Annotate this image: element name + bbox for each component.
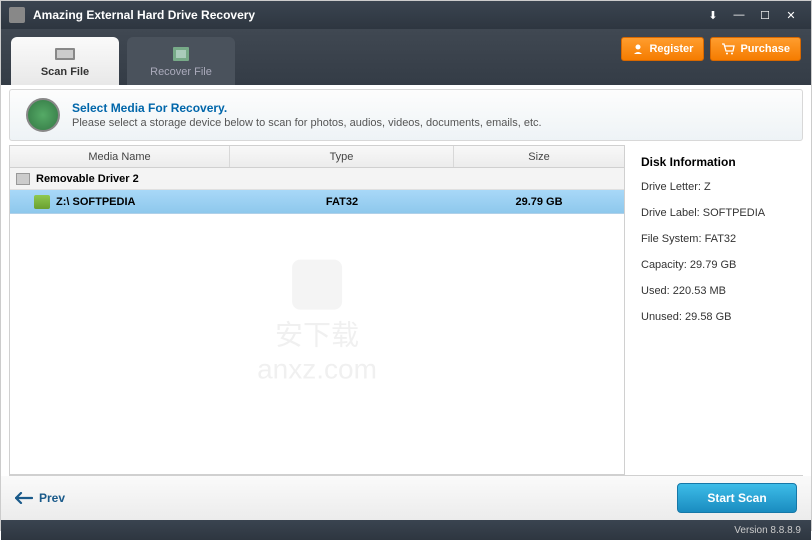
info-used: Used: 220.53 MB: [641, 285, 795, 297]
tab-scan-file[interactable]: Scan File: [11, 37, 119, 85]
drive-group-row[interactable]: Removable Driver 2: [10, 168, 624, 190]
watermark: 安下载 anxz.com: [257, 260, 377, 386]
info-drive-label: Drive Label: SOFTPEDIA: [641, 207, 795, 219]
cart-icon: [721, 43, 735, 55]
download-window-button[interactable]: ⬇: [701, 6, 725, 24]
tab-recover-file[interactable]: Recover File: [127, 37, 235, 85]
media-list-panel: Media Name Type Size Removable Driver 2 …: [9, 145, 625, 475]
volume-row[interactable]: Z:\ SOFTPEDIA FAT32 29.79 GB: [10, 190, 624, 214]
arrow-left-icon: [15, 492, 33, 504]
close-window-button[interactable]: ✕: [779, 6, 803, 24]
register-label: Register: [649, 43, 693, 55]
volume-size: 29.79 GB: [454, 196, 624, 208]
title-bar: Amazing External Hard Drive Recovery ⬇ —…: [1, 1, 811, 29]
banner-subtitle: Please select a storage device below to …: [72, 117, 542, 129]
start-scan-button[interactable]: Start Scan: [677, 483, 797, 513]
prev-label: Prev: [39, 491, 65, 505]
volume-type: FAT32: [230, 196, 454, 208]
tab-scan-label: Scan File: [41, 66, 89, 78]
recover-icon: [169, 45, 193, 63]
disk-info-panel: Disk Information Drive Letter: Z Drive L…: [633, 145, 803, 475]
column-type[interactable]: Type: [230, 146, 454, 167]
volume-icon: [34, 195, 50, 209]
column-size[interactable]: Size: [454, 146, 624, 167]
info-banner: Select Media For Recovery. Please select…: [9, 89, 803, 141]
window-title: Amazing External Hard Drive Recovery: [33, 8, 699, 22]
volume-name: Z:\ SOFTPEDIA: [56, 196, 135, 208]
purchase-button[interactable]: Purchase: [710, 37, 801, 61]
info-unused: Unused: 29.58 GB: [641, 311, 795, 323]
toolbar: Scan File Recover File Register Purchase: [1, 29, 811, 85]
status-bar: Version 8.8.8.9: [1, 520, 811, 540]
footer-bar: Prev Start Scan: [1, 476, 811, 520]
minimize-window-button[interactable]: —: [727, 6, 751, 24]
tab-recover-label: Recover File: [150, 66, 212, 78]
purchase-label: Purchase: [740, 43, 790, 55]
info-capacity: Capacity: 29.79 GB: [641, 259, 795, 271]
drive-group-icon: [16, 173, 30, 185]
column-headers: Media Name Type Size: [10, 146, 624, 168]
register-icon: [632, 43, 644, 55]
info-file-system: File System: FAT32: [641, 233, 795, 245]
banner-title: Select Media For Recovery.: [72, 101, 542, 115]
app-icon: [9, 7, 25, 23]
drive-group-label: Removable Driver 2: [36, 173, 139, 185]
maximize-window-button[interactable]: ☐: [753, 6, 777, 24]
prev-button[interactable]: Prev: [15, 491, 65, 505]
version-label: Version 8.8.8.9: [734, 525, 801, 536]
scan-icon: [53, 45, 77, 63]
info-drive-letter: Drive Letter: Z: [641, 181, 795, 193]
register-button[interactable]: Register: [621, 37, 704, 61]
gauge-icon: [26, 98, 60, 132]
disk-info-title: Disk Information: [641, 155, 795, 169]
column-media-name[interactable]: Media Name: [10, 146, 230, 167]
